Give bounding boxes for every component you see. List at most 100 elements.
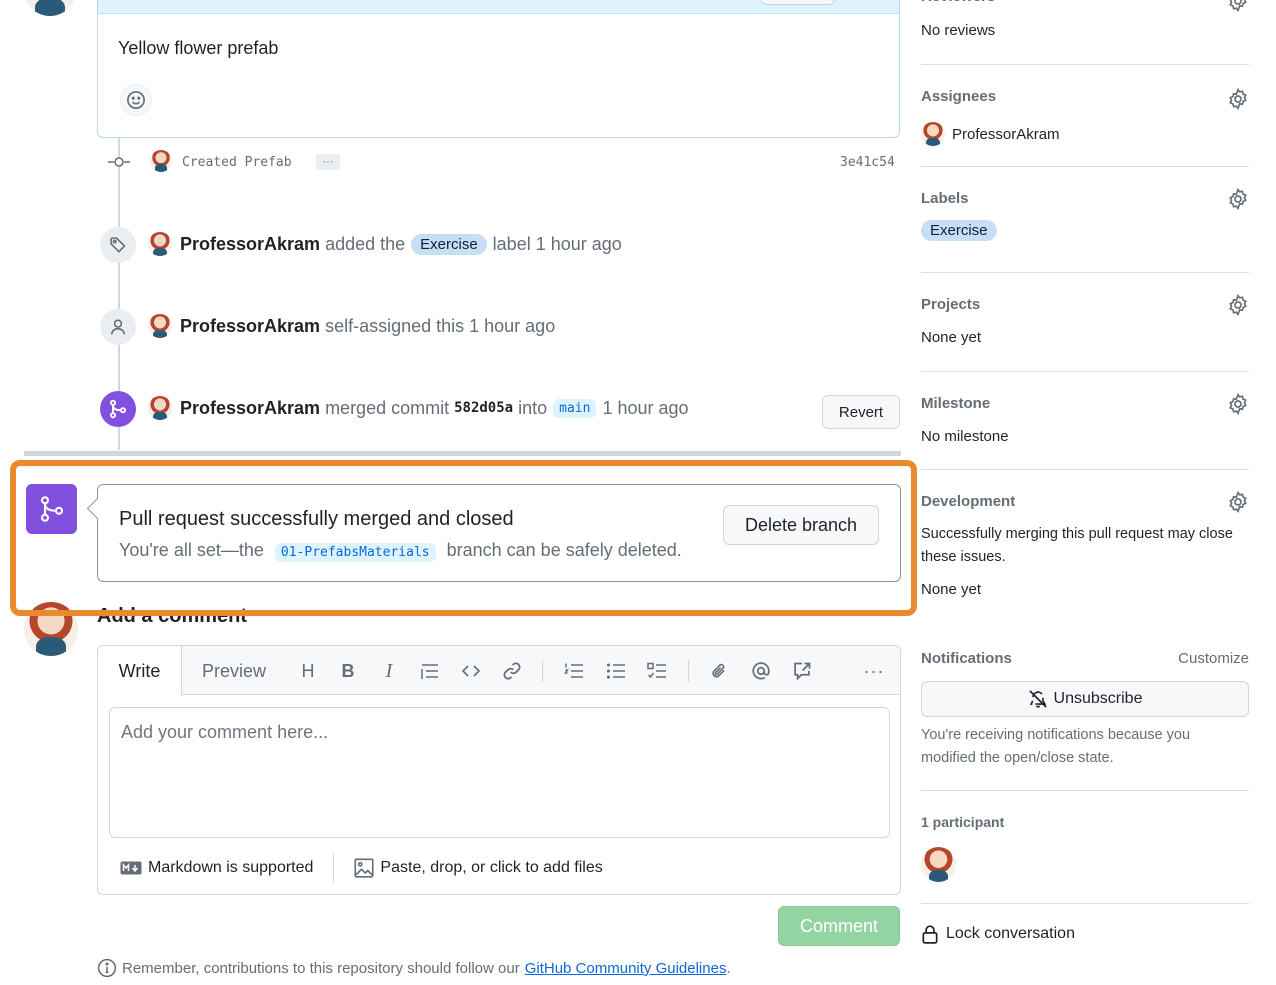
add-reaction-button[interactable]: [120, 84, 152, 116]
link-button[interactable]: [499, 658, 525, 684]
git-merge-icon: [40, 496, 63, 522]
participants-heading: 1 participant: [921, 814, 1005, 830]
comment-header: [98, 0, 899, 14]
add-files-button[interactable]: Paste, drop, or click to add files: [354, 858, 603, 878]
label-event-author[interactable]: ProfessorAkram: [180, 234, 320, 255]
participant-avatar[interactable]: [921, 847, 956, 882]
code-icon: [461, 665, 481, 677]
reviewers-value: No reviews: [921, 22, 996, 39]
sidebar-participants: 1 participant: [921, 814, 1249, 830]
gear-icon[interactable]: [1227, 0, 1249, 12]
assignee-avatar[interactable]: [921, 122, 945, 146]
development-description: Successfully merging this pull request m…: [921, 526, 1233, 565]
gear-icon[interactable]: [1227, 393, 1249, 415]
label-event-avatar[interactable]: [148, 232, 172, 256]
label-event-label[interactable]: Exercise: [411, 233, 487, 255]
merge-event-badge: [100, 391, 136, 427]
lock-icon: [922, 925, 938, 944]
heading-button[interactable]: H: [295, 658, 321, 684]
quote-button[interactable]: [417, 658, 443, 684]
at-sign-icon: [752, 662, 770, 680]
merge-event-action: merged commit: [325, 397, 450, 418]
lock-conversation-button[interactable]: Lock conversation: [921, 924, 1075, 944]
smiley-icon: [127, 91, 145, 109]
assignee-name[interactable]: ProfessorAkram: [952, 126, 1060, 143]
paperclip-icon: [712, 663, 725, 678]
merge-event-avatar[interactable]: [148, 396, 172, 420]
guideline-suffix: .: [726, 959, 731, 977]
italic-button[interactable]: I: [376, 658, 402, 684]
commit-sha[interactable]: 3e41c54: [840, 155, 895, 170]
reviewers-heading[interactable]: Reviewers: [921, 0, 1249, 5]
label-event-badge: [100, 227, 136, 263]
merged-branch-name[interactable]: 01-PrefabsMaterials: [274, 543, 436, 562]
milestone-heading[interactable]: Milestone: [921, 395, 1249, 412]
merge-commit-sha[interactable]: 582d05a: [454, 400, 513, 416]
delete-branch-button[interactable]: Delete branch: [723, 505, 879, 545]
commit-author-avatar[interactable]: [150, 150, 172, 172]
add-comment-heading: Add a comment: [97, 605, 248, 627]
task-list-button[interactable]: [644, 658, 670, 684]
label-exercise[interactable]: Exercise: [921, 220, 997, 241]
tab-preview[interactable]: Preview: [194, 646, 274, 696]
info-icon: [97, 958, 117, 978]
merged-status-subtitle: You're all set—the 01-PrefabsMaterials b…: [119, 540, 682, 562]
current-user-avatar[interactable]: [24, 602, 78, 656]
ordered-list-button[interactable]: [561, 658, 587, 684]
markdown-note-text: Markdown is supported: [148, 859, 314, 876]
comment-input[interactable]: [109, 707, 890, 838]
merge-event-time[interactable]: 1 hour ago: [602, 398, 688, 419]
timeline-end-divider: [24, 451, 901, 456]
assign-event-avatar[interactable]: [148, 314, 172, 338]
bold-button[interactable]: B: [335, 658, 361, 684]
attach-button[interactable]: [706, 658, 732, 684]
label-event-action: added the: [325, 233, 406, 254]
labels-heading[interactable]: Labels: [921, 190, 1249, 207]
projects-value: None yet: [921, 329, 982, 346]
sidebar-milestone: Milestone No milestone: [921, 393, 1249, 445]
assign-event-author[interactable]: ProfessorAkram: [180, 316, 320, 337]
reference-button[interactable]: [789, 658, 815, 684]
comment-submit-button[interactable]: Comment: [778, 906, 900, 946]
gear-icon[interactable]: [1227, 88, 1249, 110]
commit-message[interactable]: Created Prefab: [182, 155, 292, 170]
development-value: None yet: [921, 581, 982, 598]
assign-event-row: ProfessorAkram self-assigned this 1 hour…: [148, 314, 555, 338]
git-merge-icon: [109, 399, 127, 419]
community-guidelines-link[interactable]: GitHub Community Guidelines: [525, 960, 727, 977]
revert-button[interactable]: Revert: [822, 395, 900, 429]
mention-button[interactable]: [748, 658, 774, 684]
code-button[interactable]: [458, 658, 484, 684]
gear-icon[interactable]: [1227, 491, 1249, 513]
bell-slash-icon: [1028, 690, 1047, 708]
comment-editor: Write Preview H B I ··· Add your comment…: [97, 645, 901, 895]
customize-link[interactable]: Customize: [1178, 650, 1249, 667]
comment-body: Yellow flower prefab: [118, 38, 279, 58]
sidebar-divider: [921, 166, 1249, 167]
merge-event-author[interactable]: ProfessorAkram: [180, 398, 320, 419]
sidebar-development: Development Successfully merging this pu…: [921, 491, 1249, 598]
comment-author-avatar[interactable]: [24, 0, 76, 16]
assignees-heading[interactable]: Assignees: [921, 88, 1249, 105]
development-heading[interactable]: Development: [921, 493, 1249, 510]
markdown-note[interactable]: Markdown is supported: [120, 859, 313, 877]
lock-conversation-label: Lock conversation: [946, 925, 1075, 942]
unsubscribe-label: Unsubscribe: [1053, 690, 1143, 707]
unsubscribe-button[interactable]: Unsubscribe: [921, 681, 1249, 717]
more-options-button[interactable]: ···: [861, 658, 887, 684]
toolbar-divider: [688, 660, 689, 682]
projects-heading[interactable]: Projects: [921, 296, 1249, 313]
quote-icon: [421, 664, 438, 679]
tab-write[interactable]: Write: [98, 646, 182, 696]
label-event-suffix: label 1 hour ago: [492, 233, 622, 254]
comment-header-button[interactable]: [761, 0, 835, 5]
gear-icon[interactable]: [1227, 188, 1249, 210]
toolbar-divider: [542, 660, 543, 682]
commit-expand-button[interactable]: ···: [316, 154, 340, 170]
editor-toolbar: Write Preview H B I ···: [98, 646, 900, 696]
gear-icon[interactable]: [1227, 294, 1249, 316]
merge-target-branch[interactable]: main: [553, 398, 597, 418]
sidebar-projects: Projects None yet: [921, 294, 1249, 346]
sidebar-divider: [921, 272, 1249, 273]
unordered-list-button[interactable]: [603, 658, 629, 684]
